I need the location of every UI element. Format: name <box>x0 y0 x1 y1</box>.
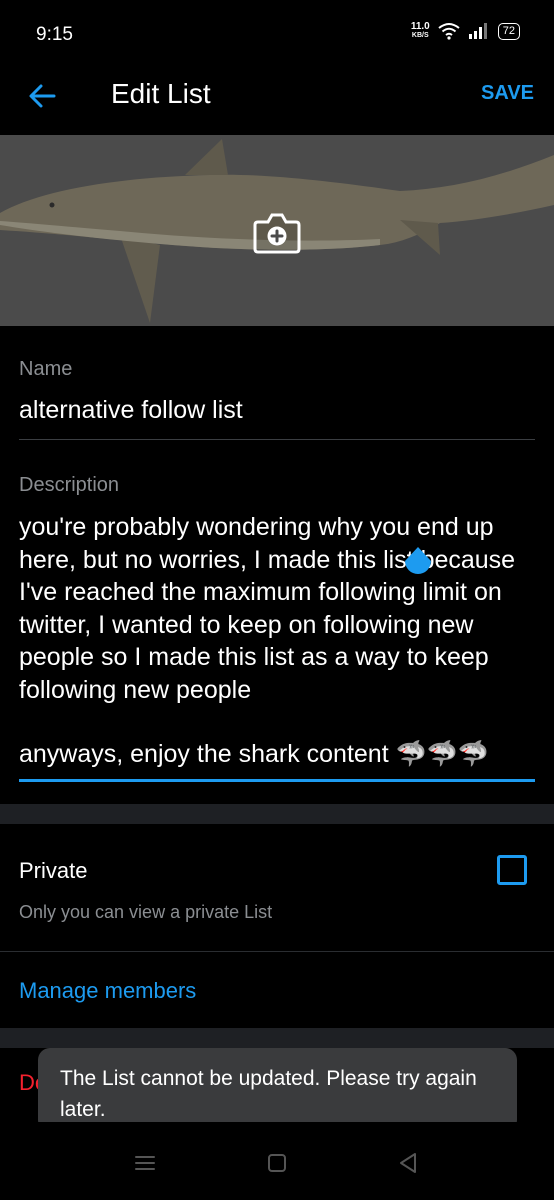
home-icon[interactable] <box>262 1148 292 1178</box>
recents-menu-icon[interactable] <box>130 1148 160 1178</box>
status-bar: 9:15 11.0 KB/S 72 <box>0 0 554 62</box>
name-underline <box>19 439 535 440</box>
error-toast: The List cannot be updated. Please try a… <box>38 1048 517 1132</box>
battery-indicator: 72 <box>497 22 520 40</box>
wifi-icon <box>438 23 460 40</box>
page-title: Edit List <box>111 78 211 109</box>
network-speed-unit: KB/S <box>411 32 429 39</box>
section-divider <box>0 1028 554 1048</box>
signal-icon <box>468 23 487 39</box>
row-divider <box>0 951 554 952</box>
section-divider <box>0 804 554 824</box>
private-label: Private <box>19 858 88 883</box>
top-app-bar: Edit List SAVE <box>0 62 554 134</box>
back-arrow-icon[interactable] <box>24 76 64 116</box>
name-label: Name <box>19 358 73 380</box>
manage-members-link[interactable]: Manage members <box>19 978 196 1004</box>
private-checkbox[interactable] <box>497 855 527 885</box>
toast-message: The List cannot be updated. Please try a… <box>60 1067 477 1121</box>
description-input[interactable]: you're probably wondering why you end up… <box>19 511 539 771</box>
save-button[interactable]: SAVE <box>481 82 534 105</box>
description-label: Description <box>19 474 120 496</box>
description-underline-active <box>19 779 535 782</box>
description-paragraph: anyways, enjoy the shark content 🦈🦈🦈 <box>19 740 489 768</box>
status-time: 9:15 <box>36 24 73 45</box>
private-subtitle: Only you can view a private List <box>19 902 273 922</box>
text-cursor-handle-icon[interactable] <box>403 547 433 580</box>
back-triangle-icon[interactable] <box>393 1148 423 1178</box>
status-icons: 11.0 KB/S 72 <box>411 22 520 40</box>
network-speed: 11.0 KB/S <box>411 22 430 40</box>
name-input[interactable]: alternative follow list <box>19 396 243 425</box>
add-photo-icon[interactable] <box>252 208 302 256</box>
system-navigation-bar <box>0 1122 554 1200</box>
description-paragraph: you're probably wondering why you end up… <box>19 513 516 704</box>
network-speed-value: 11.0 <box>410 21 430 32</box>
